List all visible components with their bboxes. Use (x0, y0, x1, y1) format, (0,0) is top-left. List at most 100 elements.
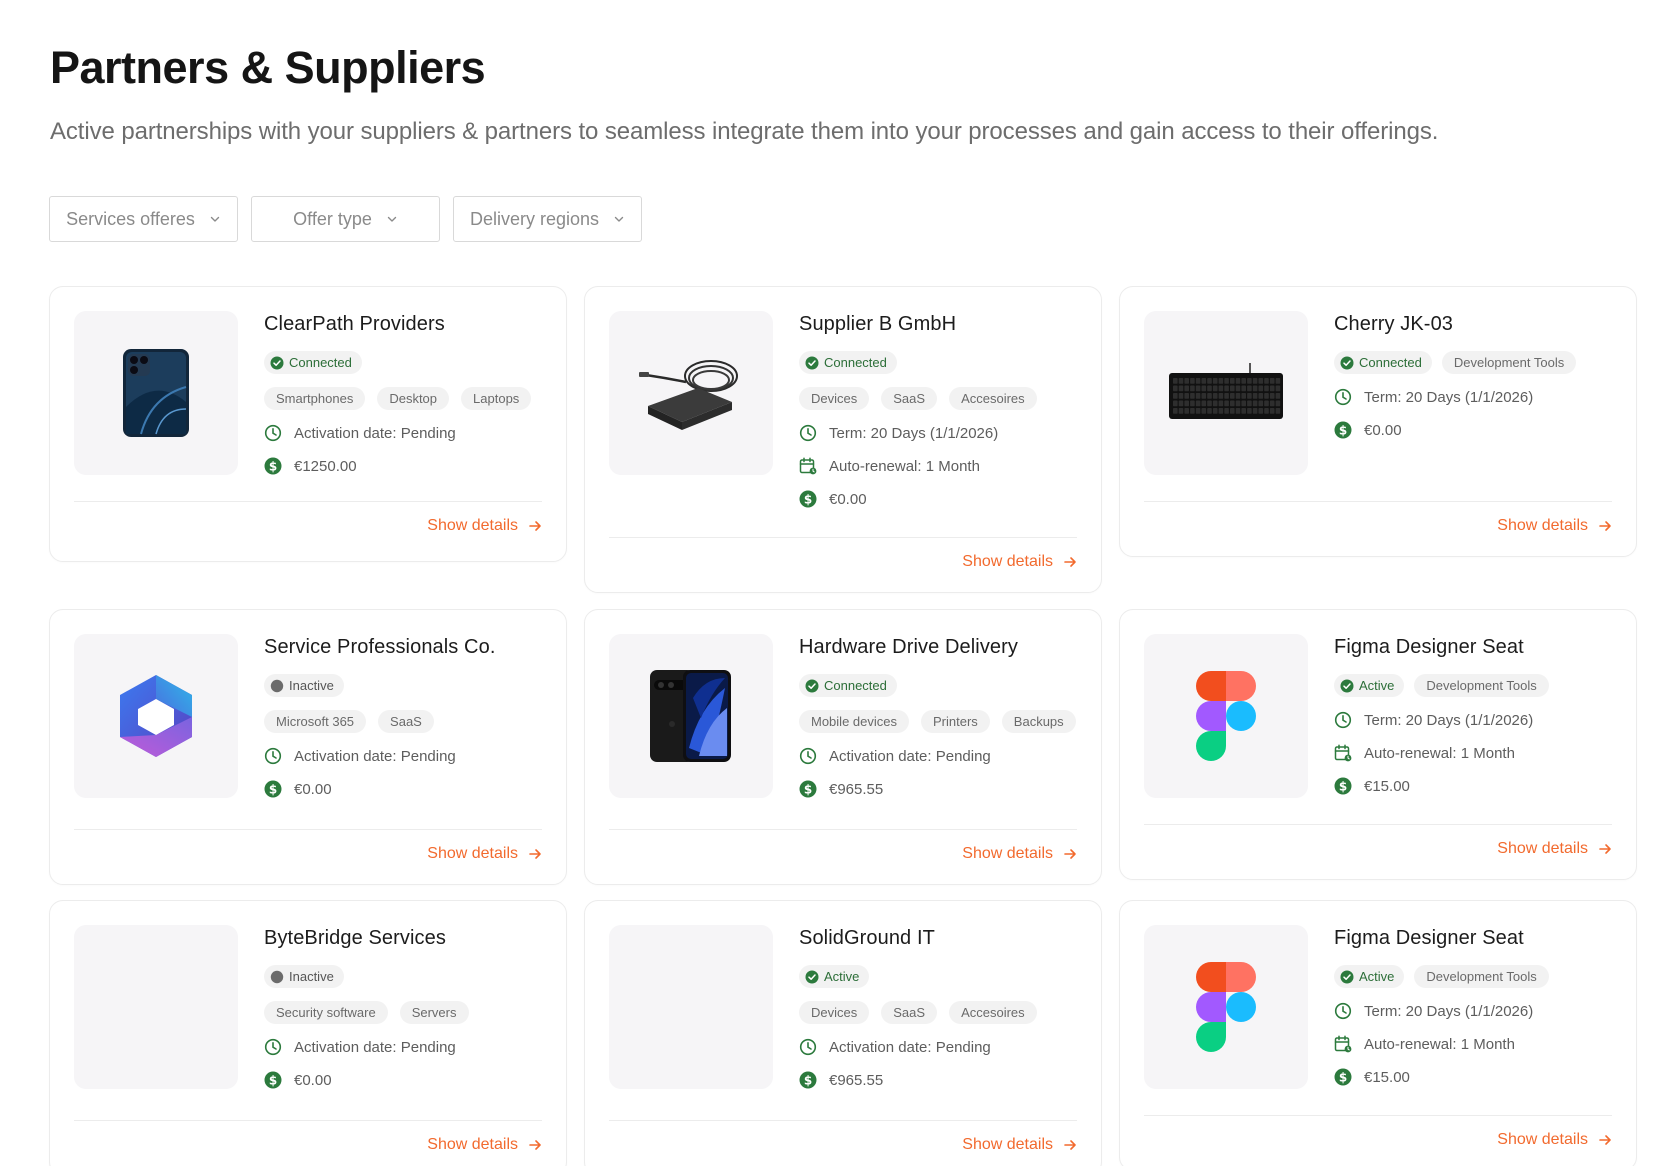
tag: Laptops (461, 387, 532, 410)
show-details-link[interactable]: Show details (1497, 840, 1612, 858)
meta-row: Activation date: Pending (264, 1036, 554, 1058)
chevron-down-icon (614, 216, 624, 222)
badge-row: Inactive (264, 965, 554, 988)
dollar-icon: $ (264, 457, 282, 475)
check-circle-icon (805, 679, 819, 692)
card-info: SolidGround IT Active Devices SaaS Accesoire… (799, 925, 1089, 1091)
show-details-label: Show details (427, 1136, 518, 1153)
arrow-right-icon (529, 849, 541, 859)
meta-row: $ €0.00 (264, 1069, 554, 1091)
meta-text: €1250.00 (294, 457, 357, 475)
tag: SaaS (881, 1001, 938, 1024)
page-subtitle: Active partnerships with your suppliers … (50, 118, 1439, 145)
filter-label: Offer type (293, 208, 372, 229)
dollar-icon: $ (1334, 421, 1352, 439)
show-details-link[interactable]: Show details (427, 517, 542, 535)
show-details-label: Show details (1497, 517, 1588, 534)
status-badge: Connected (1334, 351, 1432, 374)
filter-offer-type[interactable]: Offer type (251, 196, 440, 242)
partner-name: Cherry JK-03 (1334, 313, 1454, 335)
microsoft365-logo-icon (116, 673, 196, 759)
meta-text: Activation date: Pending (294, 747, 456, 765)
show-details-link[interactable]: Show details (427, 845, 542, 863)
product-image (74, 634, 238, 798)
partner-name: Service Professionals Co. (264, 636, 496, 658)
arrow-right-icon (1064, 1140, 1076, 1150)
show-details-link[interactable]: Show details (962, 1136, 1077, 1154)
show-details-label: Show details (962, 1136, 1053, 1153)
svg-text:$: $ (804, 1073, 812, 1087)
calendar-icon (1334, 744, 1352, 762)
meta-text: Auto-renewal: 1 Month (1364, 1035, 1515, 1053)
category-badge: Development Tools (1414, 674, 1549, 697)
card-info: Service Professionals Co. Inactive Microso… (264, 634, 554, 800)
partner-name: ClearPath Providers (264, 313, 445, 335)
status-label: Connected (824, 355, 887, 370)
filter-bar: Services offeres Offer type Delivery reg… (49, 196, 642, 242)
svg-text:$: $ (269, 459, 277, 473)
usb-hub-icon (636, 348, 746, 438)
badge-row: Inactive (264, 674, 554, 697)
partner-card: Figma Designer Seat Active Development Too… (1119, 609, 1637, 880)
badge-row: Connected Development Tools (1334, 351, 1624, 374)
badge-row: Active Development Tools (1334, 965, 1624, 988)
dollar-icon: $ (799, 490, 817, 508)
meta-row: Auto-renewal: 1 Month (1334, 1033, 1624, 1055)
svg-text:$: $ (1339, 1070, 1347, 1084)
meta-row: $ €0.00 (799, 488, 1089, 510)
clock-icon (264, 747, 282, 765)
meta-row: Term: 20 Days (1/1/2026) (1334, 1000, 1624, 1022)
meta-text: Activation date: Pending (829, 747, 991, 765)
meta-row: Auto-renewal: 1 Month (799, 455, 1089, 477)
card-divider (74, 501, 542, 502)
meta-text: €0.00 (294, 780, 332, 798)
chevron-down-icon (210, 216, 220, 222)
svg-text:$: $ (804, 782, 812, 796)
partners-page: Partners & Suppliers Active partnerships… (0, 0, 1675, 1166)
check-circle-icon (1340, 356, 1354, 369)
partner-card: Service Professionals Co. Inactive Microso… (49, 609, 567, 885)
dollar-icon: $ (799, 780, 817, 798)
meta-row: Activation date: Pending (799, 745, 1089, 767)
svg-text:$: $ (1339, 423, 1347, 437)
tag: Microsoft 365 (264, 710, 367, 733)
tag: Desktop (377, 387, 450, 410)
meta-row: Auto-renewal: 1 Month (1334, 742, 1624, 764)
meta-row: Activation date: Pending (264, 422, 554, 444)
show-details-link[interactable]: Show details (962, 553, 1077, 571)
card-info: Hardware Drive Delivery Connected Mobile d… (799, 634, 1089, 800)
card-divider (609, 829, 1077, 830)
tag-list: Devices SaaS Accesoires (799, 387, 1089, 410)
meta-text: Term: 20 Days (1/1/2026) (1364, 711, 1534, 729)
meta-text: Auto-renewal: 1 Month (829, 457, 980, 475)
show-details-link[interactable]: Show details (1497, 1131, 1612, 1149)
status-label: Inactive (289, 678, 334, 693)
card-info: Figma Designer Seat Active Development Too… (1334, 634, 1624, 797)
card-info: Figma Designer Seat Active Development Too… (1334, 925, 1624, 1088)
status-badge: Inactive (264, 674, 344, 697)
meta-row: Activation date: Pending (264, 745, 554, 767)
show-details-link[interactable]: Show details (962, 845, 1077, 863)
filter-delivery-regions[interactable]: Delivery regions (453, 196, 642, 242)
partner-card: Figma Designer Seat Active Development Too… (1119, 900, 1637, 1166)
tag: Backups (1001, 710, 1076, 733)
partner-name: ByteBridge Services (264, 927, 446, 949)
card-info: Supplier B GmbH Connected Devices SaaS Acces… (799, 311, 1089, 510)
tag: Printers (921, 710, 990, 733)
tag-list: Security software Servers (264, 1001, 554, 1024)
chevron-down-icon (387, 216, 397, 222)
filter-services-offered[interactable]: Services offeres (49, 196, 238, 242)
calendar-icon (799, 457, 817, 475)
page-title: Partners & Suppliers (50, 42, 486, 93)
meta-text: €0.00 (294, 1071, 332, 1089)
badge-row: Connected (799, 674, 1089, 697)
smartphone-blue-icon (121, 347, 191, 439)
meta-text: Term: 20 Days (1/1/2026) (1364, 1002, 1534, 1020)
tag: Accesoires (949, 1001, 1037, 1024)
tag-list: Smartphones Desktop Laptops (264, 387, 554, 410)
meta-text: Activation date: Pending (294, 424, 456, 442)
figma-logo-icon (1196, 962, 1256, 1052)
show-details-link[interactable]: Show details (427, 1136, 542, 1154)
clock-icon (799, 1038, 817, 1056)
show-details-link[interactable]: Show details (1497, 517, 1612, 535)
